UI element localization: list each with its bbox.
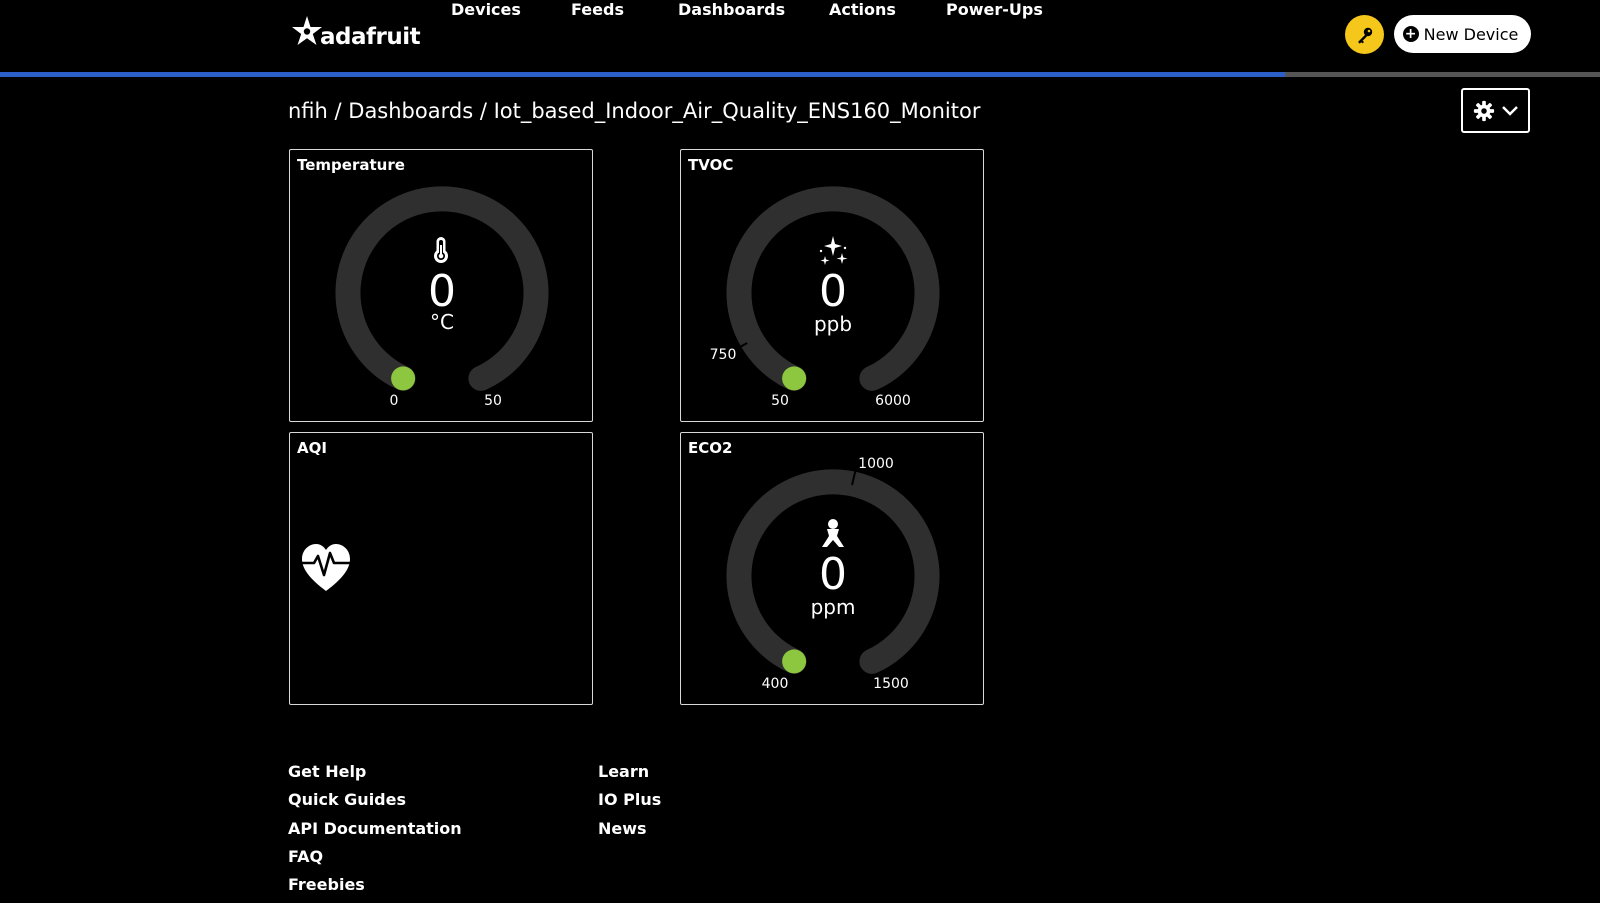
plus-icon: + [1402,26,1419,42]
gauge-unit: ppm [811,595,856,619]
aqi-block[interactable]: AQI [289,432,593,705]
gauge-max-label: 1500 [873,676,909,692]
gauge-max-label: 6000 [875,393,911,409]
footer-link-faq[interactable]: FAQ [288,847,462,875]
new-device-button[interactable]: + New Device [1394,15,1531,53]
eco2-block[interactable]: ECO2 0 ppm 1000 400 1500 [680,432,984,705]
tvoc-gauge: 0 ppb 750 50 6000 [710,186,940,409]
dashboard-settings-button[interactable] [1461,88,1530,133]
footer-link-get-help[interactable]: Get Help [288,762,462,790]
sparkles-icon [819,236,848,265]
nav-feeds[interactable]: Feeds [571,0,624,19]
logo-text: adafruit [320,24,421,50]
gauge-indicator [391,366,416,391]
gauge-unit: ppb [814,312,852,336]
gauge-indicator [782,366,807,391]
chevron-down-icon [1501,105,1518,116]
footer-column-2: Learn IO Plus News [598,762,661,847]
footer-link-news[interactable]: News [598,819,661,847]
footer-column-1: Get Help Quick Guides API Documentation … [288,762,462,903]
person-icon [822,519,844,547]
thermometer-icon [434,237,448,263]
nav-power-ups[interactable]: Power-Ups [946,0,1043,19]
gauge-min-label: 0 [390,393,399,409]
footer-link-io-plus[interactable]: IO Plus [598,790,661,818]
temperature-block[interactable]: Temperature 0 °C 0 50 [289,149,593,422]
heart-pulse-icon [302,544,350,591]
gauge-unit: °C [430,310,454,334]
nav-actions[interactable]: Actions [829,0,896,19]
gauge-threshold-label: 750 [710,347,737,363]
gear-icon [1473,100,1494,121]
temperature-gauge: 0 °C 0 50 [335,186,549,409]
adafruit-logo[interactable]: adafruit [288,14,421,52]
breadcrumb: nfih / Dashboards / Iot_based_Indoor_Air… [288,99,981,123]
progress-bar [0,72,1600,77]
key-icon [1357,27,1372,44]
tvoc-block[interactable]: TVOC 0 ppb 750 50 6000 [680,149,984,422]
nav-dashboards[interactable]: Dashboards [678,0,785,19]
footer-link-learn[interactable]: Learn [598,762,661,790]
nav-devices[interactable]: Devices [451,0,521,19]
progress-fill [0,72,1285,77]
new-device-label: New Device [1423,24,1519,44]
top-navbar: adafruit Devices Feeds Dashboards Action… [0,0,1600,73]
footer-link-quick-guides[interactable]: Quick Guides [288,790,462,818]
footer-link-api-documentation[interactable]: API Documentation [288,819,462,847]
eco2-gauge: 0 ppm 1000 400 1500 [726,456,940,692]
gauge-threshold-label: 1000 [858,456,894,472]
gauge-value: 0 [819,549,847,600]
gauge-min-label: 50 [771,393,789,409]
gauge-indicator [782,649,807,674]
gauge-min-label: 400 [762,676,789,692]
aqi-indicator [302,544,350,591]
api-key-button[interactable] [1345,15,1384,54]
gauge-max-label: 50 [484,393,502,409]
gauge-value: 0 [819,266,847,317]
